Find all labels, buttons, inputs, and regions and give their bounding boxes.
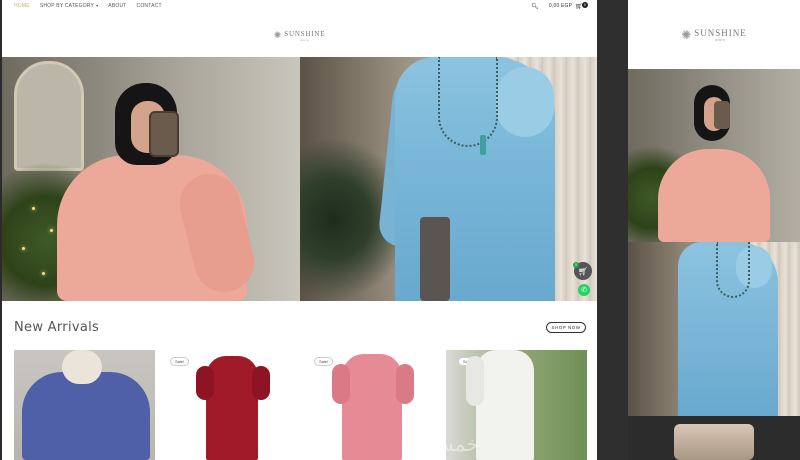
- nav-contact[interactable]: CONTACT: [137, 3, 162, 9]
- model-pink: [57, 83, 261, 301]
- mobile-preview: ✺ SUNSHINE store: [628, 0, 800, 460]
- sale-badge: Sale!: [314, 357, 334, 366]
- logo-area: ✺ SUNSHINE store: [2, 14, 597, 57]
- brand-name: SUNSHINE: [284, 29, 326, 38]
- fairy-light: [42, 272, 45, 275]
- floating-cart-badge: 0: [573, 262, 579, 268]
- nav-home[interactable]: HOME: [14, 3, 30, 9]
- necklace: [716, 242, 750, 298]
- hero-image-pink-sweater[interactable]: [2, 57, 300, 301]
- necklace: [438, 57, 498, 147]
- dress-sleeve: [396, 364, 414, 404]
- product-card[interactable]: Sale!: [158, 350, 299, 460]
- hero-banner: [2, 57, 597, 301]
- dress-sleeve: [196, 366, 214, 400]
- hero-image-blue-dress[interactable]: [300, 57, 597, 301]
- nav-shop-label: SHOP BY CATEGORY: [39, 3, 95, 9]
- puff-sleeve: [496, 67, 554, 137]
- mobile-logo[interactable]: ✺ SUNSHINE store: [628, 0, 800, 69]
- chevron-down-icon: ▾: [96, 3, 99, 8]
- product-grid: Sale! Sale! Sale!: [14, 350, 588, 460]
- cart-summary[interactable]: 0,00 EGP 🛒︎ 0: [548, 1, 588, 10]
- cart-icon: 🛒︎: [577, 266, 589, 276]
- brand-tagline: store: [300, 37, 310, 42]
- watermark: خمسات: [412, 432, 479, 456]
- shop-now-button[interactable]: SHOP NOW: [546, 322, 586, 333]
- phone: [149, 111, 179, 157]
- mobile-hero-pink-sweater[interactable]: [628, 69, 800, 242]
- nav-actions: 🔍︎ 0,00 EGP 🛒︎ 0: [531, 0, 588, 12]
- search-icon[interactable]: 🔍︎: [531, 3, 539, 10]
- screen: HOME SHOP BY CATEGORY ▾ ABOUT CONTACT 🔍︎ …: [0, 0, 800, 460]
- cart-count-badge: 0: [582, 1, 588, 8]
- dress-sleeve: [466, 356, 484, 406]
- pink-sweater: [658, 149, 770, 242]
- product-image: [22, 372, 150, 460]
- desktop-preview: HOME SHOP BY CATEGORY ▾ ABOUT CONTACT 🔍︎ …: [2, 0, 597, 460]
- fairy-light: [50, 229, 53, 232]
- sun-icon: ✺: [681, 27, 692, 42]
- handbag: [420, 217, 450, 301]
- mobile-brand-tagline: store: [715, 37, 726, 42]
- fairy-light: [22, 247, 25, 250]
- fairy-light: [32, 207, 35, 210]
- top-navigation: HOME SHOP BY CATEGORY ▾ ABOUT CONTACT 🔍︎ …: [2, 0, 597, 12]
- product-image: [342, 354, 402, 460]
- nav-shop-by-category[interactable]: SHOP BY CATEGORY ▾: [40, 3, 98, 9]
- sun-icon: ✺: [273, 30, 282, 40]
- cart-total: 0,00 EGP: [548, 3, 573, 9]
- necklace-tassel: [480, 135, 486, 155]
- phone: [714, 101, 730, 129]
- nav-about[interactable]: ABOUT: [108, 3, 126, 9]
- section-title: New Arrivals: [14, 320, 100, 335]
- preview-divider: [597, 0, 628, 460]
- product-card[interactable]: [14, 350, 155, 460]
- headscarf: [62, 350, 102, 384]
- mobile-hero-blue-dress[interactable]: [628, 242, 800, 416]
- logo[interactable]: ✺ SUNSHINE store: [274, 30, 326, 42]
- dress-sleeve: [252, 366, 270, 400]
- whatsapp-button[interactable]: ✆: [578, 284, 590, 296]
- whatsapp-icon: ✆: [581, 287, 587, 294]
- dress-sleeve: [332, 364, 350, 404]
- mobile-brand-name: SUNSHINE: [694, 27, 747, 38]
- product-image: [206, 356, 258, 460]
- product-image: [476, 350, 534, 460]
- sale-badge: Sale!: [170, 357, 190, 366]
- mobile-thumbnail[interactable]: [674, 424, 754, 460]
